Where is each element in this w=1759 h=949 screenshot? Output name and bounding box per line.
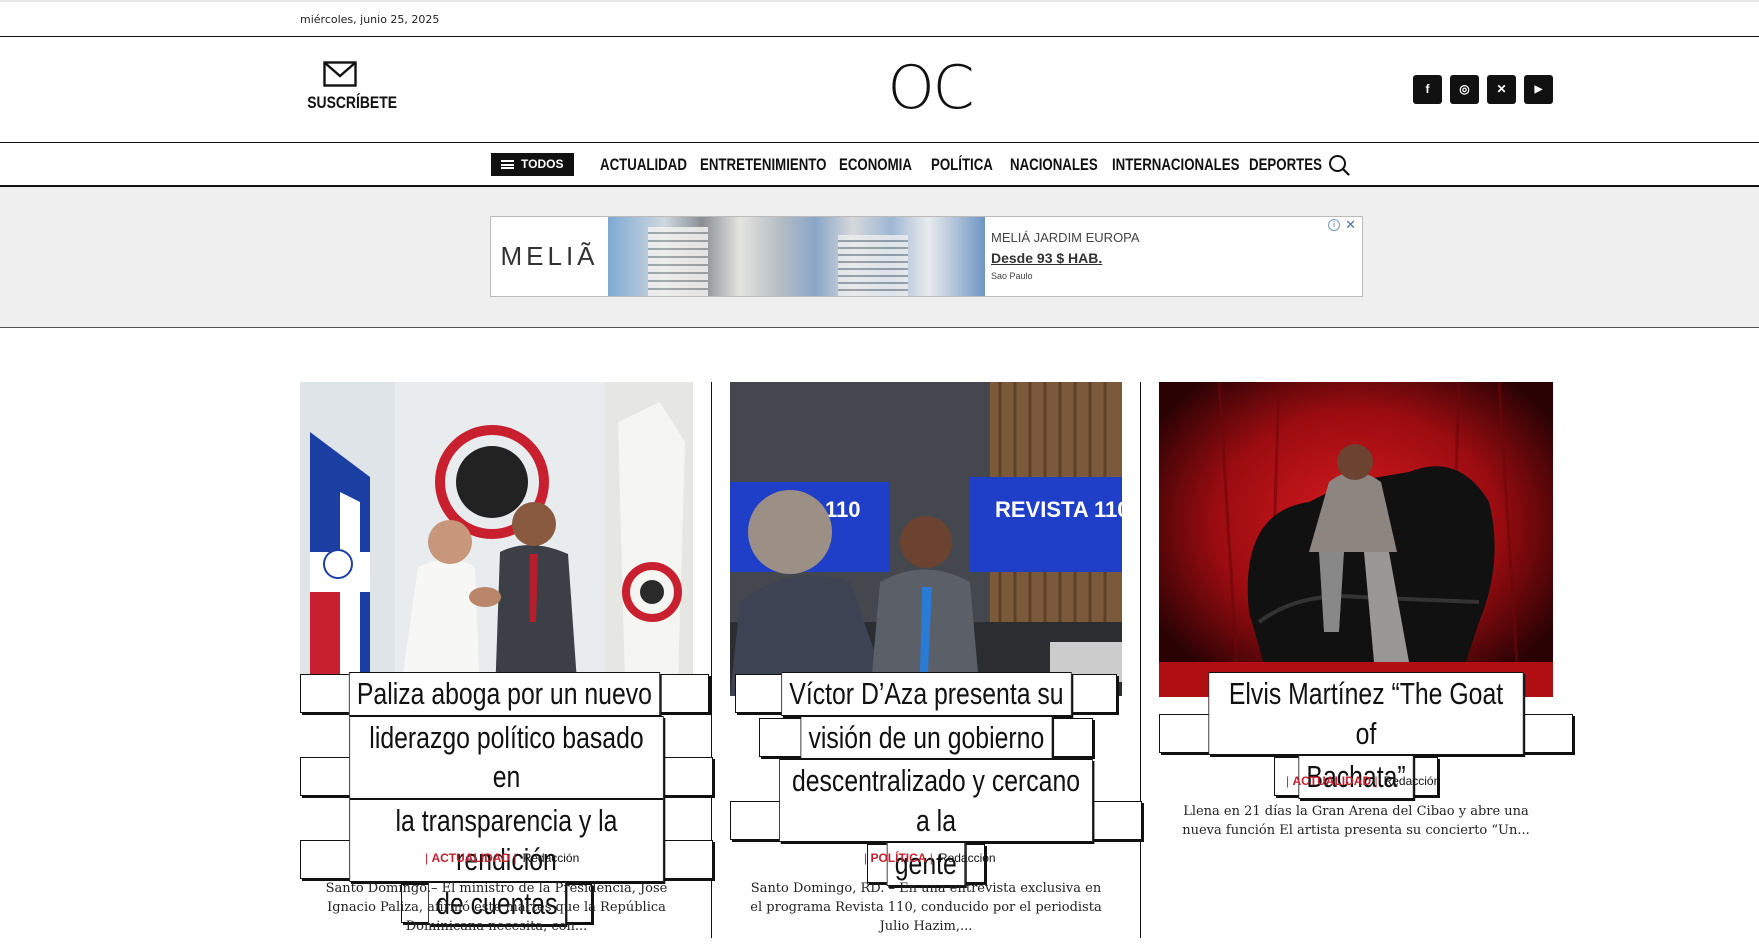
ad-close-icon[interactable]: ✕ — [1345, 217, 1356, 233]
current-date: miércoles, junio 25, 2025 — [300, 13, 440, 26]
article-image[interactable] — [300, 382, 693, 696]
article-title-line: descentralizado y cercano a la — [730, 759, 1142, 842]
all-sections-button[interactable]: TODOS — [491, 153, 574, 176]
ad-banner[interactable]: MELIÃ MELIÁ JARDIM EUROPA Desde 93 $ HAB… — [490, 216, 1363, 297]
article-title-line: visión de un gobierno — [758, 715, 1094, 759]
site-header: SUSCRÍBETE OC f ◎ ✕ ▶ — [0, 37, 1759, 143]
ad-cta-link[interactable]: Desde 93 $ HAB. — [991, 250, 1102, 266]
article-title-line: Elvis Martínez “The Goat of — [1159, 672, 1573, 755]
all-sections-label: TODOS — [521, 157, 564, 171]
nav-item-politica[interactable]: POLÍTICA — [931, 155, 993, 175]
nav-item-nacionales[interactable]: NACIONALES — [1010, 155, 1098, 175]
article-title-line: Paliza aboga por un nuevo — [300, 672, 709, 716]
ad-brand-logo: MELIÃ — [500, 241, 599, 271]
article-excerpt: Santo Domingo.– El ministro de la Presid… — [325, 881, 668, 934]
article-excerpt: Llena en 21 días la Gran Arena del Cibao… — [1182, 804, 1530, 838]
column-divider — [1140, 382, 1141, 938]
ad-location: Sao Paulo — [991, 271, 1033, 281]
search-icon[interactable] — [1328, 154, 1350, 176]
nav-item-internacionales[interactable]: INTERNACIONALES — [1112, 155, 1239, 175]
nav-item-deportes[interactable]: DEPORTES — [1249, 155, 1322, 175]
article-author[interactable]: Redacción — [939, 851, 996, 865]
article-author[interactable]: Redacción — [523, 851, 580, 865]
ad-image — [608, 217, 985, 296]
article-title-line: liderazgo político basado en — [300, 715, 713, 799]
svg-text:REVISTA 110: REVISTA 110 — [995, 497, 1122, 522]
ad-headline: MELIÁ JARDIM EUROPA — [991, 230, 1140, 245]
article-photo-1 — [300, 382, 693, 696]
article-photo-3 — [1159, 382, 1553, 697]
youtube-icon[interactable]: ▶ — [1524, 75, 1553, 104]
article-category[interactable]: ACTUALIDAD — [1292, 774, 1371, 788]
article-meta: | ACTUALIDAD | Redacción — [1286, 774, 1441, 788]
top-bar: miércoles, junio 25, 2025 — [0, 0, 1759, 37]
article-photo-2: 110 REVISTA 110 — [730, 382, 1122, 696]
article-meta: | ACTUALIDAD | Redacción — [425, 851, 580, 865]
subscribe-button[interactable]: SUSCRÍBETE — [300, 61, 398, 113]
facebook-icon[interactable]: f — [1413, 75, 1442, 104]
article-excerpt: Santo Domingo, RD. – En una entrevista e… — [750, 881, 1102, 934]
nav-item-entretenimiento[interactable]: ENTRETENIMIENTO — [700, 155, 826, 175]
article-image[interactable] — [1159, 382, 1553, 697]
nav-item-actualidad[interactable]: ACTUALIDAD — [600, 155, 687, 175]
article-author[interactable]: Redacción — [1384, 774, 1441, 788]
nav-item-economia[interactable]: ECONOMIA — [839, 155, 912, 175]
main-nav: TODOS ACTUALIDAD ENTRETENIMIENTO ECONOMI… — [0, 143, 1759, 187]
article-category[interactable]: ACTUALIDAD — [431, 851, 510, 865]
subscribe-label: SUSCRÍBETE — [307, 93, 398, 112]
mail-icon — [323, 61, 357, 87]
site-logo[interactable]: OC — [880, 53, 980, 123]
instagram-icon[interactable]: ◎ — [1450, 75, 1479, 104]
article-category[interactable]: POLÍTICA — [870, 851, 926, 865]
x-twitter-icon[interactable]: ✕ — [1487, 75, 1516, 104]
article-image[interactable]: 110 REVISTA 110 — [730, 382, 1122, 696]
article-title-line: Víctor D’Aza presenta su — [734, 672, 1118, 716]
hamburger-icon — [501, 160, 514, 169]
svg-text:110: 110 — [825, 497, 861, 522]
page: miércoles, junio 25, 2025 SUSCRÍBETE OC … — [0, 0, 1759, 949]
ad-info-icon[interactable]: i — [1328, 219, 1340, 231]
article-meta: | POLÍTICA | Redacción — [864, 851, 996, 865]
